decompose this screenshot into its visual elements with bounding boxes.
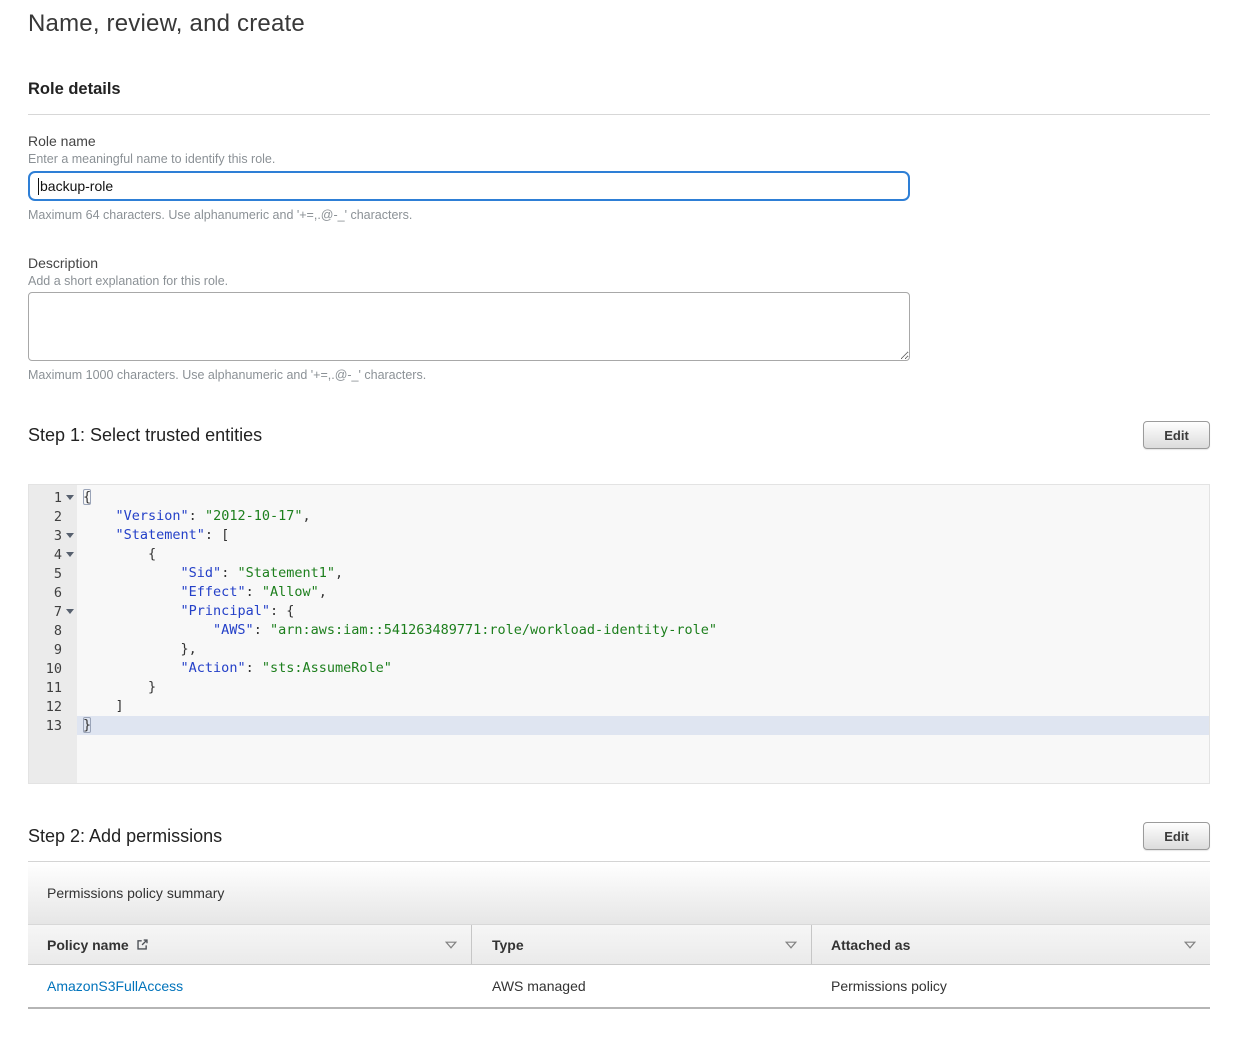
page: Name, review, and create Role details Ro… <box>0 10 1242 1009</box>
gutter-line: 12 <box>29 697 77 716</box>
divider <box>28 114 1210 115</box>
code-line: "Effect": "Allow", <box>77 583 1209 602</box>
step2-heading: Step 2: Add permissions <box>28 826 222 847</box>
sort-down-icon <box>785 941 797 949</box>
code-line: "Principal": { <box>77 602 1209 621</box>
gutter-line: 3 <box>29 526 77 545</box>
code-line: }, <box>77 640 1209 659</box>
description-constraint: Maximum 1000 characters. Use alphanumeri… <box>28 368 1210 382</box>
table-row: AmazonS3FullAccess AWS managed Permissio… <box>28 965 1210 1009</box>
description-label: Description <box>28 255 1210 271</box>
description-textarea[interactable] <box>28 292 910 361</box>
code-line: ] <box>77 697 1209 716</box>
role-name-constraint: Maximum 64 characters. Use alphanumeric … <box>28 208 1210 222</box>
role-name-label: Role name <box>28 133 1210 149</box>
gutter-line: 8 <box>29 621 77 640</box>
role-name-input[interactable]: backup-role <box>28 171 910 201</box>
description-hint: Add a short explanation for this role. <box>28 274 1210 288</box>
gutter-line: 1 <box>29 488 77 507</box>
permissions-panel: Permissions policy summary Policy name <box>28 861 1210 1009</box>
fold-arrow-icon[interactable] <box>66 609 74 614</box>
column-header-policy-name[interactable]: Policy name <box>28 925 472 964</box>
column-label: Type <box>492 937 524 953</box>
code-line: { <box>77 488 1209 507</box>
gutter-line: 11 <box>29 678 77 697</box>
code-line: "Sid": "Statement1", <box>77 564 1209 583</box>
step1-header-row: Step 1: Select trusted entities Edit <box>28 421 1210 449</box>
text-caret <box>38 178 39 195</box>
gutter-line: 4 <box>29 545 77 564</box>
editor-gutter: 12345678910111213 <box>29 485 77 783</box>
step1-heading: Step 1: Select trusted entities <box>28 425 262 446</box>
gutter-line: 5 <box>29 564 77 583</box>
permissions-panel-title: Permissions policy summary <box>28 862 1210 925</box>
role-name-hint: Enter a meaningful name to identify this… <box>28 152 1210 166</box>
editor-code[interactable]: { "Version": "2012-10-17", "Statement": … <box>77 485 1209 783</box>
sort-down-icon <box>1184 941 1196 949</box>
trust-policy-editor[interactable]: 12345678910111213 { "Version": "2012-10-… <box>28 484 1210 784</box>
edit-trusted-entities-button[interactable]: Edit <box>1143 421 1210 449</box>
code-line: "AWS": "arn:aws:iam::541263489771:role/w… <box>77 621 1209 640</box>
policy-link[interactable]: AmazonS3FullAccess <box>47 978 183 994</box>
gutter-line: 9 <box>29 640 77 659</box>
policy-table-header: Policy name Type <box>28 925 1210 965</box>
role-name-value: backup-role <box>40 178 113 194</box>
cell-attached-as: Permissions policy <box>812 978 1210 994</box>
gutter-line: 6 <box>29 583 77 602</box>
cell-type: AWS managed <box>472 978 812 994</box>
column-header-type[interactable]: Type <box>472 925 812 964</box>
external-link-icon <box>136 938 149 951</box>
role-details-heading: Role details <box>28 80 1210 99</box>
gutter-line: 13 <box>29 716 77 735</box>
column-label: Policy name <box>47 937 129 953</box>
code-line: } <box>77 716 1209 735</box>
page-title: Name, review, and create <box>28 10 1210 38</box>
code-line: } <box>77 678 1209 697</box>
column-label: Attached as <box>831 937 910 953</box>
column-header-attached-as[interactable]: Attached as <box>812 925 1210 964</box>
gutter-line: 7 <box>29 602 77 621</box>
fold-arrow-icon[interactable] <box>66 552 74 557</box>
gutter-line: 2 <box>29 507 77 526</box>
gutter-line: 10 <box>29 659 77 678</box>
fold-arrow-icon[interactable] <box>66 495 74 500</box>
code-line: "Statement": [ <box>77 526 1209 545</box>
code-line: "Action": "sts:AssumeRole" <box>77 659 1209 678</box>
edit-permissions-button[interactable]: Edit <box>1143 822 1210 850</box>
code-line: "Version": "2012-10-17", <box>77 507 1209 526</box>
cell-policy-name: AmazonS3FullAccess <box>28 978 472 994</box>
sort-down-icon <box>445 941 457 949</box>
fold-arrow-icon[interactable] <box>66 533 74 538</box>
step2-header-row: Step 2: Add permissions Edit <box>28 822 1210 850</box>
code-line: { <box>77 545 1209 564</box>
